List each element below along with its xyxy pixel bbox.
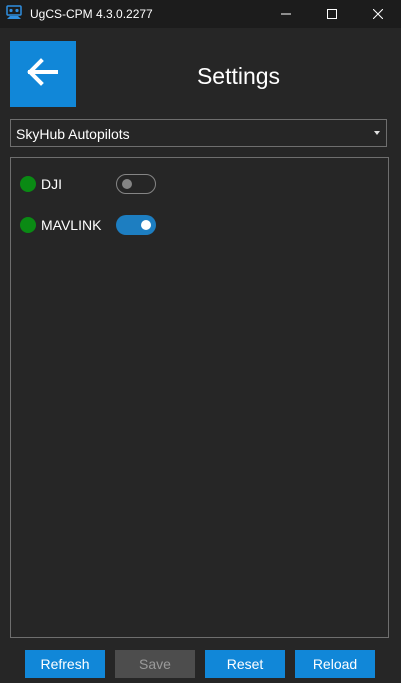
autopilot-row-dji: DJI bbox=[20, 173, 180, 195]
status-indicator-dji bbox=[20, 176, 36, 192]
autopilot-label-dji: DJI bbox=[41, 176, 62, 192]
maximize-button[interactable] bbox=[309, 0, 355, 28]
chevron-down-icon[interactable] bbox=[374, 131, 380, 135]
toggle-knob bbox=[122, 179, 132, 189]
toggle-dji[interactable] bbox=[116, 174, 156, 194]
reset-button[interactable]: Reset bbox=[205, 650, 285, 678]
status-indicator-mavlink bbox=[20, 217, 36, 233]
autopilot-label-mavlink: MAVLINK bbox=[41, 217, 102, 233]
minimize-icon bbox=[281, 9, 291, 19]
title-bar[interactable]: UgCS-CPM 4.3.0.2277 bbox=[0, 0, 401, 28]
close-button[interactable] bbox=[355, 0, 401, 28]
toggle-knob bbox=[141, 220, 151, 230]
category-select[interactable]: SkyHub Autopilots bbox=[10, 119, 387, 147]
autopilot-row-mavlink: MAVLINK bbox=[20, 214, 180, 236]
toggle-mavlink[interactable] bbox=[116, 215, 156, 235]
ugcs-app-icon bbox=[6, 5, 22, 21]
refresh-button[interactable]: Refresh bbox=[25, 650, 105, 678]
back-button[interactable] bbox=[10, 41, 76, 107]
save-button[interactable]: Save bbox=[115, 650, 195, 678]
page-title: Settings bbox=[196, 63, 281, 89]
maximize-icon bbox=[327, 9, 337, 19]
autopilot-settings-panel: DJI MAVLINK bbox=[10, 157, 389, 638]
close-icon bbox=[373, 9, 383, 19]
minimize-button[interactable] bbox=[263, 0, 309, 28]
arrow-left-icon bbox=[26, 57, 60, 91]
window-title: UgCS-CPM 4.3.0.2277 bbox=[30, 7, 153, 21]
reload-button[interactable]: Reload bbox=[295, 650, 375, 678]
category-select-value: SkyHub Autopilots bbox=[16, 126, 130, 142]
